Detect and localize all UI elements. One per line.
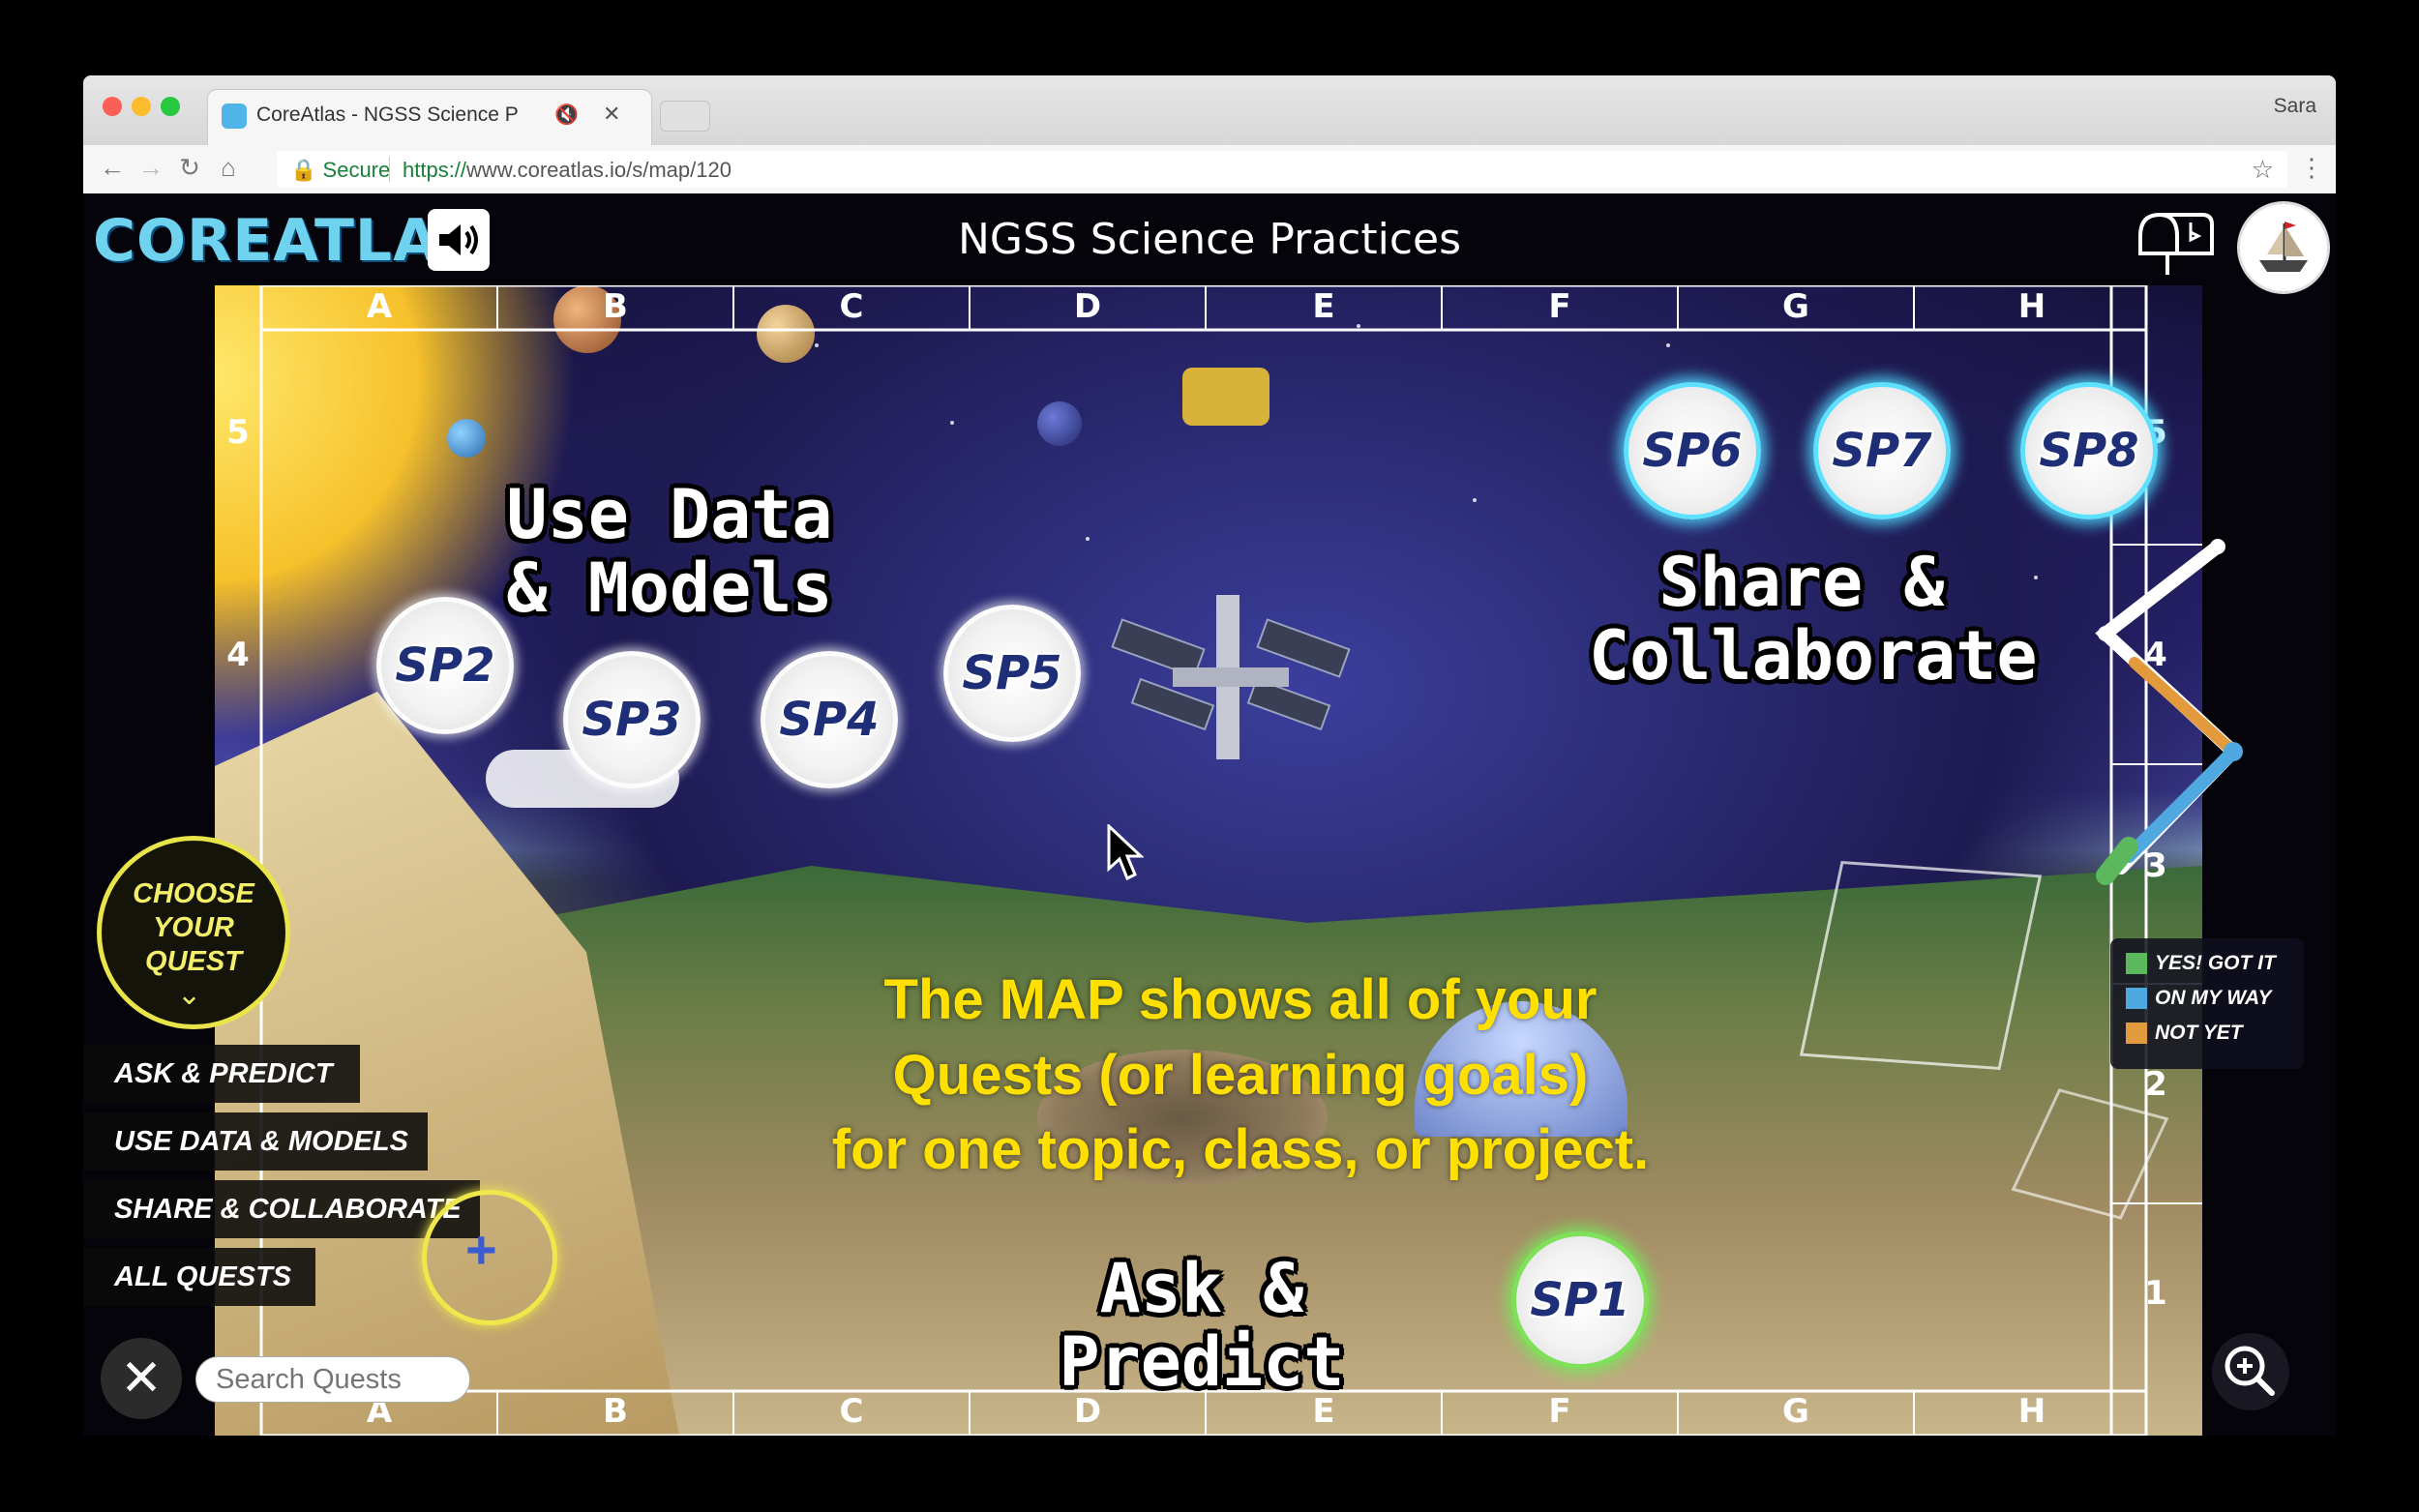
col-label-top: D — [1073, 287, 1102, 326]
legend-item: NOT YET — [2126, 1022, 2243, 1045]
quest-node-sp3[interactable]: SP3 — [563, 651, 701, 788]
quest-label: SP6 — [1642, 424, 1743, 478]
favicon-icon — [222, 104, 247, 129]
map-overlay-message: The MAP shows all of your Quests (or lea… — [831, 968, 1650, 1182]
col-label-top: H — [2017, 287, 2046, 326]
mailbox-icon[interactable] — [2135, 207, 2216, 277]
close-tab-icon[interactable]: ✕ — [603, 102, 620, 127]
url-input[interactable]: 🔒 Secure https://www.coreatlas.io/s/map/… — [277, 151, 2287, 188]
heading-use-data-models: Use Data & Models — [506, 475, 833, 628]
heading-ask-predict: Ask & Predict — [1059, 1249, 1345, 1402]
lock-icon: 🔒 — [290, 158, 317, 182]
quest-label: SP4 — [779, 693, 880, 747]
quest-node-sp1[interactable]: SP1 — [1511, 1231, 1649, 1369]
legend-label: YES! GOT IT — [2155, 952, 2276, 974]
legend-item: YES! GOT IT — [2126, 952, 2276, 975]
close-panel-button[interactable]: ✕ — [101, 1338, 182, 1419]
bookmark-star-icon[interactable]: ☆ — [2252, 155, 2274, 185]
col-label-top: F — [1548, 287, 1571, 326]
progress-legend: YES! GOT IT ON MY WAY NOT YET — [2110, 938, 2304, 1069]
col-label-top: E — [1312, 287, 1335, 326]
quest-node-sp5[interactable]: SP5 — [943, 605, 1081, 742]
divider — [389, 157, 390, 182]
new-tab-button[interactable] — [660, 101, 710, 132]
col-label-top: C — [839, 287, 864, 326]
quest-node-sp7[interactable]: SP7 — [1813, 382, 1951, 519]
app-area: COREATLAS NGSS Science Practices A B C D… — [83, 193, 2336, 1436]
col-label-bottom: G — [1782, 1392, 1809, 1431]
zoom-in-button[interactable] — [2212, 1333, 2289, 1410]
home-icon[interactable]: ⌂ — [213, 153, 244, 183]
browser-window: CoreAtlas - NGSS Science P 🔇 ✕ Sara ← → … — [83, 75, 2336, 1436]
row-label-right: 2 — [2144, 1065, 2167, 1104]
minimize-window-button[interactable] — [132, 97, 151, 116]
filter-share-collaborate[interactable]: SHARE & COLLABORATE — [83, 1180, 480, 1238]
tab-title: CoreAtlas - NGSS Science P — [256, 104, 519, 126]
mouse-cursor-icon — [1107, 824, 1144, 881]
back-icon[interactable]: ← — [97, 153, 128, 183]
browser-tab-bar: CoreAtlas - NGSS Science P 🔇 ✕ Sara — [83, 75, 2336, 146]
chevron-down-icon: ⌄ — [177, 979, 202, 1011]
legend-swatch-green — [2126, 953, 2147, 975]
legend-label: NOT YET — [2155, 1022, 2243, 1044]
legend-item: ON MY WAY — [2126, 987, 2272, 1010]
speaker-icon[interactable]: 🔇 — [554, 103, 579, 127]
plus-icon[interactable]: + — [465, 1218, 497, 1281]
page-title: NGSS Science Practices — [957, 215, 1462, 264]
col-label-top: G — [1782, 287, 1809, 326]
row-label-right: 1 — [2144, 1274, 2167, 1313]
quest-node-sp6[interactable]: SP6 — [1624, 382, 1761, 519]
col-label-top: B — [603, 287, 628, 326]
col-label-bottom: B — [603, 1392, 628, 1431]
col-label-bottom: F — [1548, 1392, 1571, 1431]
choose-quest-label: CHOOSE YOUR QUEST — [133, 878, 254, 977]
highlight-ring: + — [422, 1190, 557, 1325]
quest-label: SP1 — [1530, 1273, 1630, 1327]
ship-icon — [2259, 222, 2308, 272]
quest-node-sp8[interactable]: SP8 — [2020, 382, 2158, 519]
col-label-bottom: H — [2017, 1392, 2046, 1431]
profile-name[interactable]: Sara — [2274, 95, 2316, 118]
reload-icon[interactable]: ↻ — [174, 153, 205, 183]
row-label-left: 5 — [226, 413, 250, 452]
forward-icon[interactable]: → — [135, 153, 166, 183]
quest-node-sp4[interactable]: SP4 — [761, 651, 898, 788]
legend-label: ON MY WAY — [2155, 987, 2272, 1009]
maximize-window-button[interactable] — [161, 97, 180, 116]
search-quests-input[interactable] — [195, 1356, 470, 1403]
legend-swatch-blue — [2126, 988, 2147, 1010]
user-avatar[interactable] — [2237, 201, 2330, 294]
col-label-bottom: C — [839, 1392, 864, 1431]
quest-label: SP5 — [962, 646, 1062, 700]
quest-label: SP3 — [582, 693, 682, 747]
quest-label: SP2 — [395, 638, 495, 693]
browser-tab[interactable]: CoreAtlas - NGSS Science P 🔇 ✕ — [207, 89, 652, 146]
quest-label: SP8 — [2039, 424, 2139, 478]
url-scheme: https:// — [403, 158, 467, 182]
secure-indicator: 🔒 Secure — [290, 158, 390, 183]
filter-use-data-models[interactable]: USE DATA & MODELS — [83, 1112, 428, 1171]
secure-label: Secure — [322, 158, 391, 182]
quest-label: SP7 — [1832, 424, 1932, 478]
heading-share-collaborate: Share & Collaborate — [1589, 543, 2038, 696]
quest-node-sp2[interactable]: SP2 — [376, 597, 514, 734]
url-path: www.coreatlas.io/s/map/120 — [466, 158, 732, 182]
url-text: https://www.coreatlas.io/s/map/120 — [403, 158, 732, 183]
menu-kebab-icon[interactable]: ⋮ — [2299, 153, 2324, 183]
legend-swatch-orange — [2126, 1023, 2147, 1045]
close-window-button[interactable] — [103, 97, 122, 116]
row-label-left: 4 — [226, 636, 250, 674]
filter-ask-predict[interactable]: ASK & PREDICT — [83, 1045, 360, 1103]
close-icon: ✕ — [120, 1350, 163, 1407]
filter-all-quests[interactable]: ALL QUESTS — [83, 1248, 315, 1306]
col-label-top: A — [366, 287, 393, 326]
address-bar: ← → ↻ ⌂ 🔒 Secure https://www.coreatlas.i… — [83, 145, 2336, 194]
choose-quest-button[interactable]: CHOOSE YOUR QUEST ⌄ — [97, 836, 290, 1029]
